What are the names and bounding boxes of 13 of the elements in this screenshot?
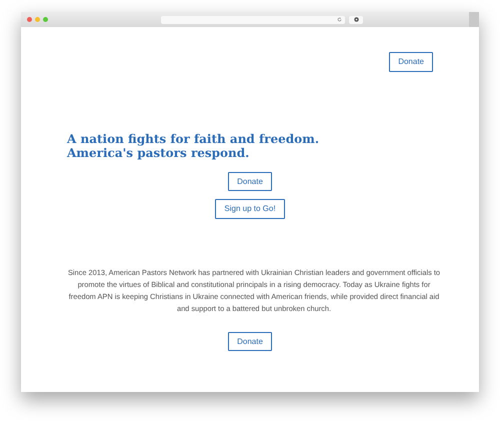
minimize-dot[interactable] (35, 17, 40, 22)
maximize-dot[interactable] (43, 17, 48, 22)
reload-icon[interactable] (337, 17, 342, 22)
hero-heading: A nation fights for faith and freedom. (67, 132, 320, 146)
new-tab-button[interactable] (469, 12, 479, 27)
gear-icon (354, 17, 358, 22)
signup-button[interactable]: Sign up to Go! (215, 199, 285, 219)
donate-button[interactable]: Donate (228, 172, 272, 192)
extension-button[interactable] (349, 16, 363, 24)
hero-heading: America's pastors respond. (67, 146, 250, 160)
donate-button[interactable]: Donate (228, 332, 272, 352)
donate-button[interactable]: Donate (389, 52, 433, 72)
close-dot[interactable] (27, 17, 32, 22)
